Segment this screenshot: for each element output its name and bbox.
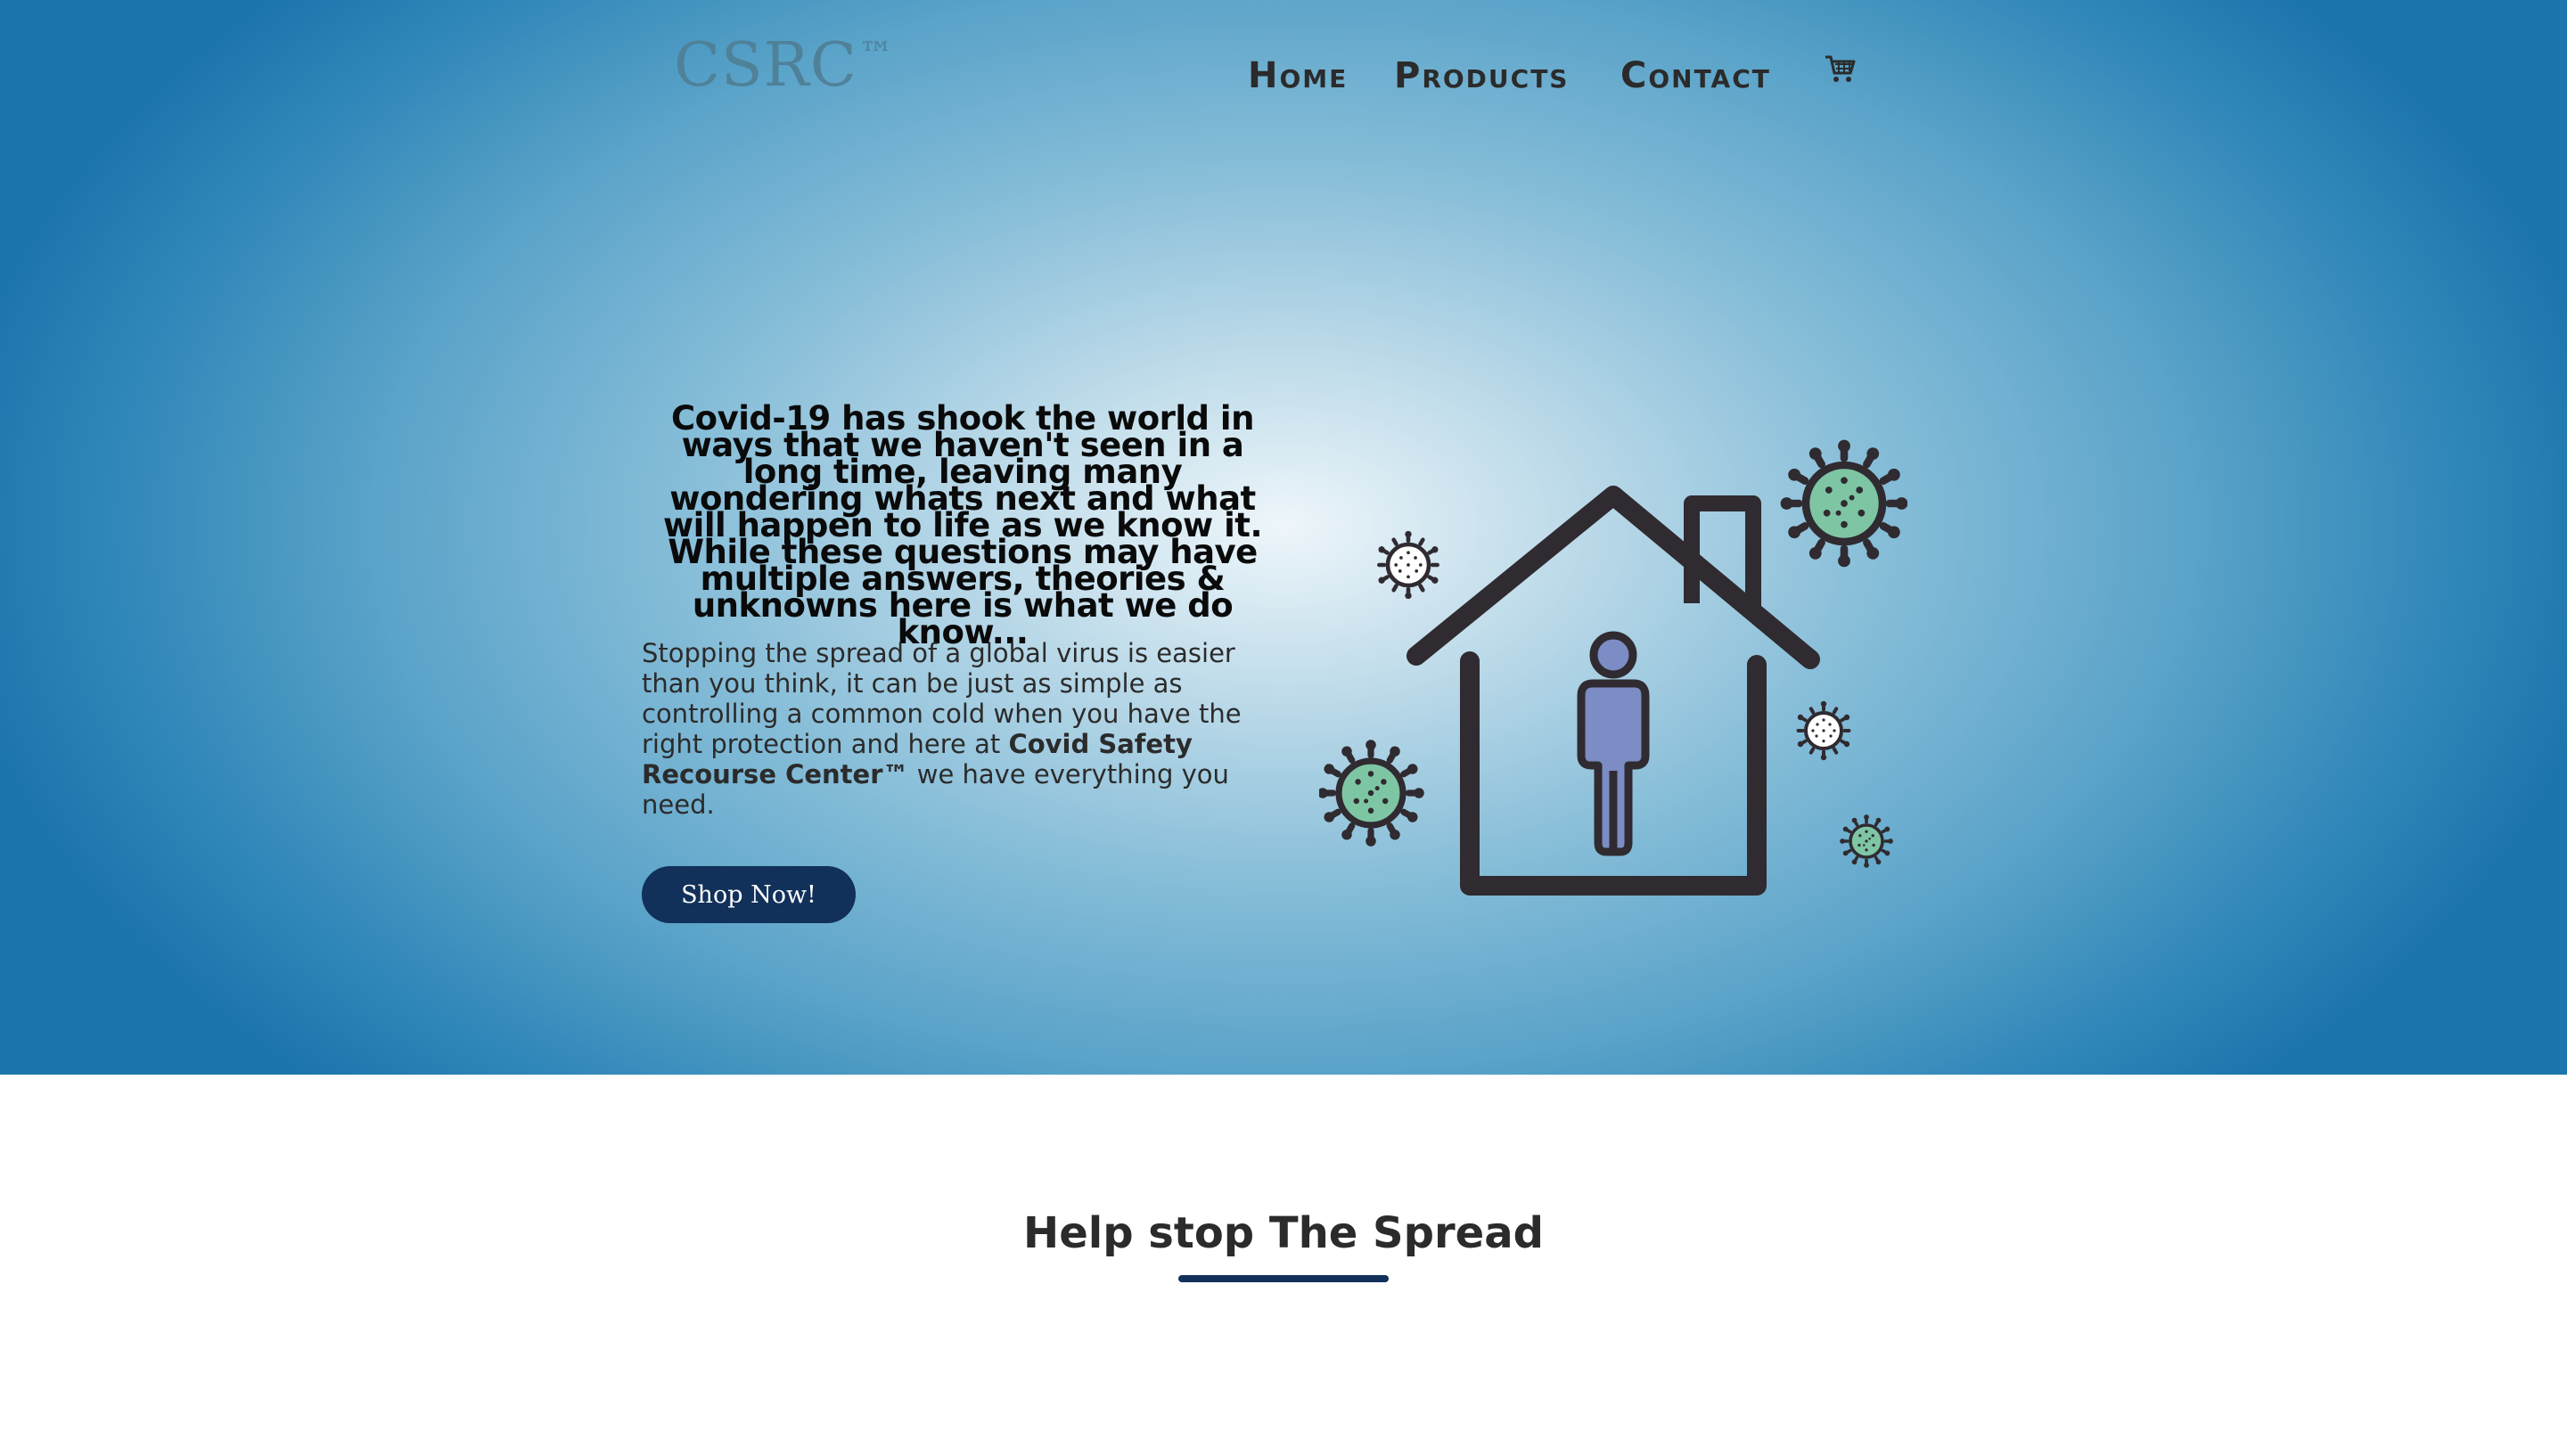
nav-contact[interactable]: Contact: [1620, 55, 1771, 96]
virus-icon: [1781, 440, 1907, 568]
person-icon: [1577, 631, 1650, 856]
virus-icon: [1377, 531, 1439, 599]
logo-text: CSRC: [674, 30, 857, 101]
site-logo[interactable]: CSRC™: [674, 30, 894, 101]
section-title: Help stop The Spread: [1023, 1208, 1544, 1258]
house-virus-illustration: [1319, 437, 1907, 896]
hero-headline: Covid-19 has shook the world in ways tha…: [662, 399, 1263, 651]
title-underline: [1178, 1275, 1389, 1282]
nav-home[interactable]: Home: [1248, 55, 1348, 96]
virus-icon: [1797, 701, 1851, 760]
nav-products[interactable]: Products: [1394, 55, 1569, 96]
hero-section: CSRC™ Home Products Contact Covid-19 has…: [0, 0, 2567, 1075]
shop-now-button[interactable]: Shop Now!: [642, 866, 856, 923]
logo-trademark: ™: [858, 35, 894, 74]
shopping-cart-icon[interactable]: [1824, 53, 1858, 86]
hero-body-text: Stopping the spread of a global virus is…: [642, 638, 1266, 820]
virus-icon: [1840, 814, 1893, 868]
virus-icon: [1319, 740, 1424, 847]
